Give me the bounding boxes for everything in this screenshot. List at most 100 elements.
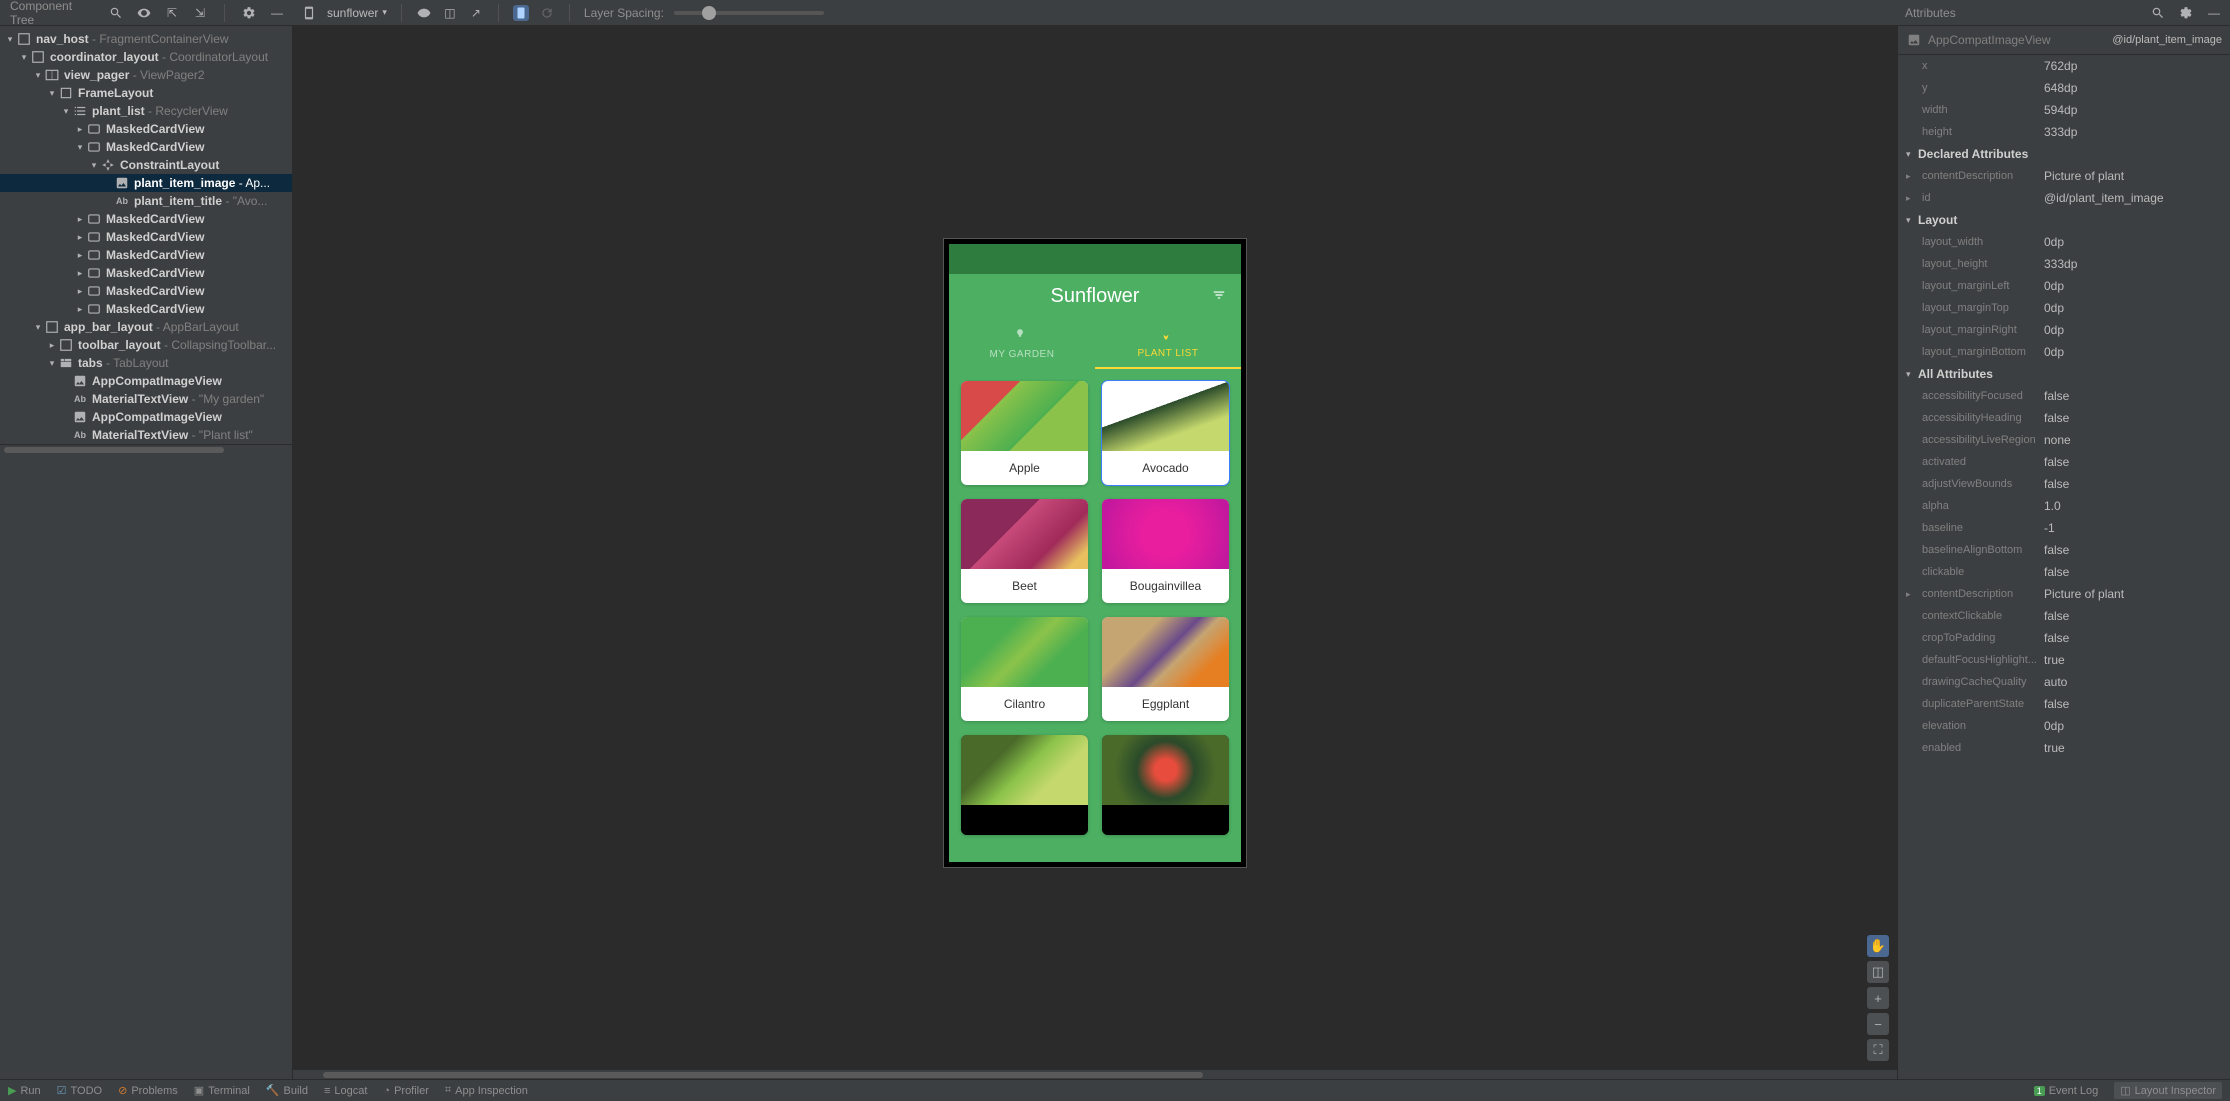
tree-row[interactable]: ▾coordinator_layout - CoordinatorLayout bbox=[0, 48, 292, 66]
attr-row[interactable]: layout_marginBottom0dp bbox=[1898, 341, 2230, 363]
tree-row[interactable]: ▸MaskedCardView bbox=[0, 246, 292, 264]
tree-arrow-icon[interactable]: ▾ bbox=[4, 34, 16, 45]
overlay-icon[interactable]: ◫ bbox=[442, 5, 458, 21]
visibility-toggle-icon[interactable] bbox=[416, 5, 432, 21]
preview-panel[interactable]: Sunflower MY GARDEN PLANT LIST AppleAppC… bbox=[293, 26, 1897, 1079]
tree-row[interactable]: Abplant_item_title - "Avo... bbox=[0, 192, 292, 210]
expand-icon[interactable]: ⇱ bbox=[164, 5, 180, 21]
tree-row[interactable]: AppCompatImageView bbox=[0, 408, 292, 426]
attr-row[interactable]: accessibilityFocusedfalse bbox=[1898, 385, 2230, 407]
attr-row[interactable]: layout_marginTop0dp bbox=[1898, 297, 2230, 319]
tree-arrow-icon[interactable]: ▸ bbox=[74, 304, 86, 315]
device-icon[interactable] bbox=[301, 5, 317, 21]
tree-row[interactable]: ▸MaskedCardView bbox=[0, 120, 292, 138]
tree-row[interactable]: ▾FrameLayout bbox=[0, 84, 292, 102]
gear-icon[interactable] bbox=[241, 5, 257, 21]
tab-my-garden[interactable]: MY GARDEN bbox=[949, 319, 1095, 369]
tree-row[interactable]: AppCompatImageView bbox=[0, 372, 292, 390]
attr-row[interactable]: layout_width0dp bbox=[1898, 231, 2230, 253]
tree-arrow-icon[interactable]: ▸ bbox=[46, 340, 58, 351]
attr-row[interactable]: duplicateParentStatefalse bbox=[1898, 693, 2230, 715]
tree-arrow-icon[interactable]: ▸ bbox=[74, 250, 86, 261]
tree-arrow-icon[interactable]: ▾ bbox=[18, 52, 30, 63]
live-updates-icon[interactable] bbox=[513, 5, 529, 21]
zoom-in-icon[interactable]: + bbox=[1867, 987, 1889, 1009]
attr-row[interactable]: height333dp bbox=[1898, 121, 2230, 143]
attr-row[interactable]: accessibilityLiveRegionnone bbox=[1898, 429, 2230, 451]
tree-hscroll[interactable] bbox=[0, 444, 292, 454]
tree-row[interactable]: ▸MaskedCardView bbox=[0, 300, 292, 318]
tree-arrow-icon[interactable]: ▾ bbox=[46, 88, 58, 99]
attr-section-header[interactable]: ▾Declared Attributes bbox=[1898, 143, 2230, 165]
zoom-fit-icon[interactable]: ⛶ bbox=[1867, 1039, 1889, 1061]
profiler-tab[interactable]: ◔Profiler bbox=[383, 1085, 429, 1097]
attr-section-header[interactable]: ▾Layout bbox=[1898, 209, 2230, 231]
attr-row[interactable]: ▸contentDescriptionPicture of plant bbox=[1898, 165, 2230, 187]
plant-card[interactable]: Beet bbox=[961, 499, 1088, 603]
attr-row[interactable]: layout_marginRight0dp bbox=[1898, 319, 2230, 341]
tree-row[interactable]: AbMaterialTextView - "My garden" bbox=[0, 390, 292, 408]
attr-row[interactable]: y648dp bbox=[1898, 77, 2230, 99]
attr-row[interactable]: contextClickablefalse bbox=[1898, 605, 2230, 627]
layout-inspector-tab[interactable]: ◫Layout Inspector bbox=[2114, 1082, 2222, 1099]
attr-row[interactable]: enabledtrue bbox=[1898, 737, 2230, 759]
tree-row[interactable]: ▸toolbar_layout - CollapsingToolbar... bbox=[0, 336, 292, 354]
attr-row[interactable]: ▸id@id/plant_item_image bbox=[1898, 187, 2230, 209]
problems-tab[interactable]: ⊘Problems bbox=[118, 1084, 178, 1097]
plant-card[interactable]: AppCompatImageViewAvocado bbox=[1102, 381, 1229, 485]
plant-card[interactable]: Apple bbox=[961, 381, 1088, 485]
attr-row[interactable]: baseline-1 bbox=[1898, 517, 2230, 539]
collapse-icon[interactable]: ⇲ bbox=[192, 5, 208, 21]
attr-row[interactable]: layout_height333dp bbox=[1898, 253, 2230, 275]
refresh-icon[interactable] bbox=[539, 5, 555, 21]
tree-row[interactable]: ▸MaskedCardView bbox=[0, 210, 292, 228]
tree-row[interactable]: ▾tabs - TabLayout bbox=[0, 354, 292, 372]
scroll-thumb[interactable] bbox=[4, 447, 224, 453]
plant-card[interactable]: Cilantro bbox=[961, 617, 1088, 721]
attr-row[interactable]: layout_marginLeft0dp bbox=[1898, 275, 2230, 297]
plant-card[interactable]: Bougainvillea bbox=[1102, 499, 1229, 603]
expand-arrow-icon[interactable]: ▸ bbox=[1906, 589, 1918, 600]
tree-row[interactable]: AbMaterialTextView - "Plant list" bbox=[0, 426, 292, 444]
tree-arrow-icon[interactable]: ▾ bbox=[88, 160, 100, 171]
attr-section-header[interactable]: ▾All Attributes bbox=[1898, 363, 2230, 385]
attr-row[interactable]: elevation0dp bbox=[1898, 715, 2230, 737]
search-icon[interactable] bbox=[2150, 5, 2166, 21]
tree-arrow-icon[interactable]: ▾ bbox=[46, 358, 58, 369]
attr-row[interactable]: alpha1.0 bbox=[1898, 495, 2230, 517]
tree-arrow-icon[interactable]: ▾ bbox=[74, 142, 86, 153]
attr-row[interactable]: cropToPaddingfalse bbox=[1898, 627, 2230, 649]
tree-arrow-icon[interactable]: ▾ bbox=[32, 70, 44, 81]
attr-row[interactable]: ▸contentDescriptionPicture of plant bbox=[1898, 583, 2230, 605]
attr-row[interactable]: adjustViewBoundsfalse bbox=[1898, 473, 2230, 495]
tree-row[interactable]: ▾view_pager - ViewPager2 bbox=[0, 66, 292, 84]
tree-row[interactable]: ▸MaskedCardView bbox=[0, 282, 292, 300]
tree-row[interactable]: ▾app_bar_layout - AppBarLayout bbox=[0, 318, 292, 336]
layer-spacing-slider[interactable] bbox=[674, 11, 824, 15]
expand-arrow-icon[interactable]: ▸ bbox=[1906, 171, 1918, 182]
tree-arrow-icon[interactable]: ▸ bbox=[74, 286, 86, 297]
scroll-thumb[interactable] bbox=[323, 1072, 1203, 1078]
tree-row[interactable]: ▾ConstraintLayout bbox=[0, 156, 292, 174]
tree-arrow-icon[interactable]: ▸ bbox=[74, 232, 86, 243]
minimize-icon[interactable]: — bbox=[269, 5, 285, 21]
device-select[interactable]: sunflower ▾ bbox=[327, 6, 387, 20]
attr-row[interactable]: defaultFocusHighlight...true bbox=[1898, 649, 2230, 671]
plant-card[interactable] bbox=[961, 735, 1088, 835]
attr-row[interactable]: clickablefalse bbox=[1898, 561, 2230, 583]
zoom-out-icon[interactable]: − bbox=[1867, 1013, 1889, 1035]
layers-icon[interactable]: ◫ bbox=[1867, 961, 1889, 983]
event-log-tab[interactable]: 1Event Log bbox=[2034, 1085, 2099, 1097]
minimize-icon[interactable]: — bbox=[2206, 5, 2222, 21]
attr-row[interactable]: x762dp bbox=[1898, 55, 2230, 77]
attr-row[interactable]: baselineAlignBottomfalse bbox=[1898, 539, 2230, 561]
expand-arrow-icon[interactable]: ▸ bbox=[1906, 193, 1918, 204]
tree-row[interactable]: ▾MaskedCardView bbox=[0, 138, 292, 156]
attr-row[interactable]: accessibilityHeadingfalse bbox=[1898, 407, 2230, 429]
attr-row[interactable]: width594dp bbox=[1898, 99, 2230, 121]
logcat-tab[interactable]: ≡Logcat bbox=[324, 1085, 367, 1097]
run-tab[interactable]: ▶Run bbox=[8, 1084, 41, 1097]
tree-arrow-icon[interactable]: ▸ bbox=[74, 214, 86, 225]
visibility-icon[interactable] bbox=[136, 5, 152, 21]
tree-row[interactable]: plant_item_image - Ap... bbox=[0, 174, 292, 192]
